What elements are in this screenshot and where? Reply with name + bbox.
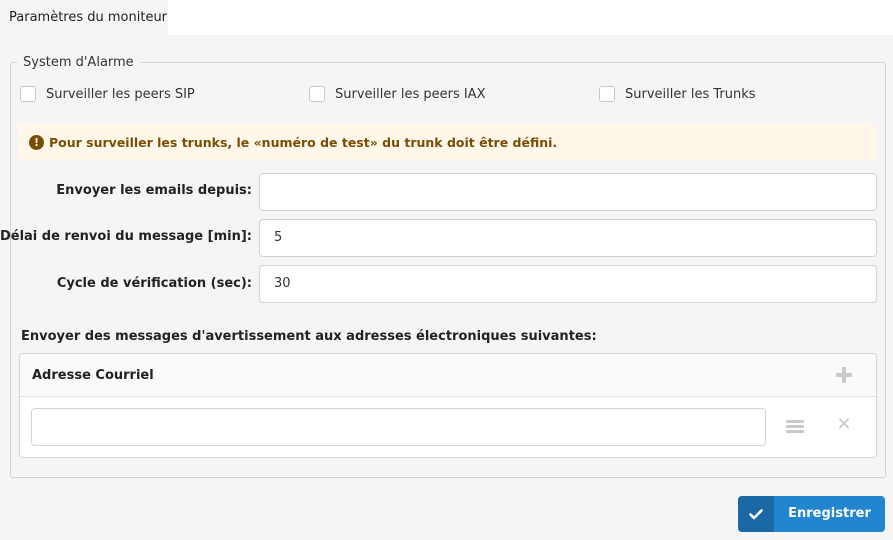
check-cycle-input[interactable]: 30: [259, 265, 877, 303]
table-header: Adresse Courriel: [20, 354, 876, 397]
check-cycle-label: Cycle de vérification (sec):: [56, 276, 252, 291]
monitor-trunks-checkbox[interactable]: Surveiller les Trunks: [599, 85, 756, 103]
email-address-input[interactable]: [31, 408, 766, 446]
check-icon: [738, 496, 774, 532]
emails-section-title: Envoyer des messages d'avertissement aux…: [21, 329, 597, 344]
plus-icon[interactable]: [835, 366, 853, 384]
checkbox-box[interactable]: [309, 86, 325, 102]
exclamation-circle-icon: !: [29, 134, 44, 150]
checkbox-box[interactable]: [20, 86, 36, 102]
resend-delay-input[interactable]: 5: [259, 219, 877, 257]
checkbox-box[interactable]: [599, 86, 615, 102]
email-from-label: Envoyer les emails depuis:: [56, 183, 252, 198]
save-button[interactable]: Enregistrer: [738, 496, 885, 532]
warning-text: Pour surveiller les trunks, le «numéro d…: [49, 134, 558, 150]
close-icon[interactable]: ✕: [835, 416, 853, 434]
drag-handle-icon[interactable]: [786, 420, 804, 434]
monitor-sip-checkbox[interactable]: Surveiller les peers SIP: [20, 85, 195, 103]
checkbox-label[interactable]: Surveiller les Trunks: [625, 87, 756, 102]
tab-bar: Paramètres du moniteur: [0, 0, 893, 35]
tab-monitor-settings[interactable]: Paramètres du moniteur: [0, 0, 168, 35]
email-from-input[interactable]: [259, 173, 877, 211]
checkbox-label[interactable]: Surveiller les peers SIP: [46, 87, 195, 102]
monitor-iax-checkbox[interactable]: Surveiller les peers IAX: [309, 85, 485, 103]
fieldset-legend: System d'Alarme: [17, 55, 140, 71]
column-header-email: Adresse Courriel: [32, 368, 154, 383]
warning-message: ! Pour surveiller les trunks, le «numéro…: [18, 124, 876, 160]
checkbox-label[interactable]: Surveiller les peers IAX: [335, 87, 485, 102]
email-table: Adresse Courriel ✕: [19, 353, 877, 458]
save-button-label: Enregistrer: [788, 506, 871, 521]
resend-delay-label: Délai de renvoi du message [min]:: [0, 229, 252, 244]
